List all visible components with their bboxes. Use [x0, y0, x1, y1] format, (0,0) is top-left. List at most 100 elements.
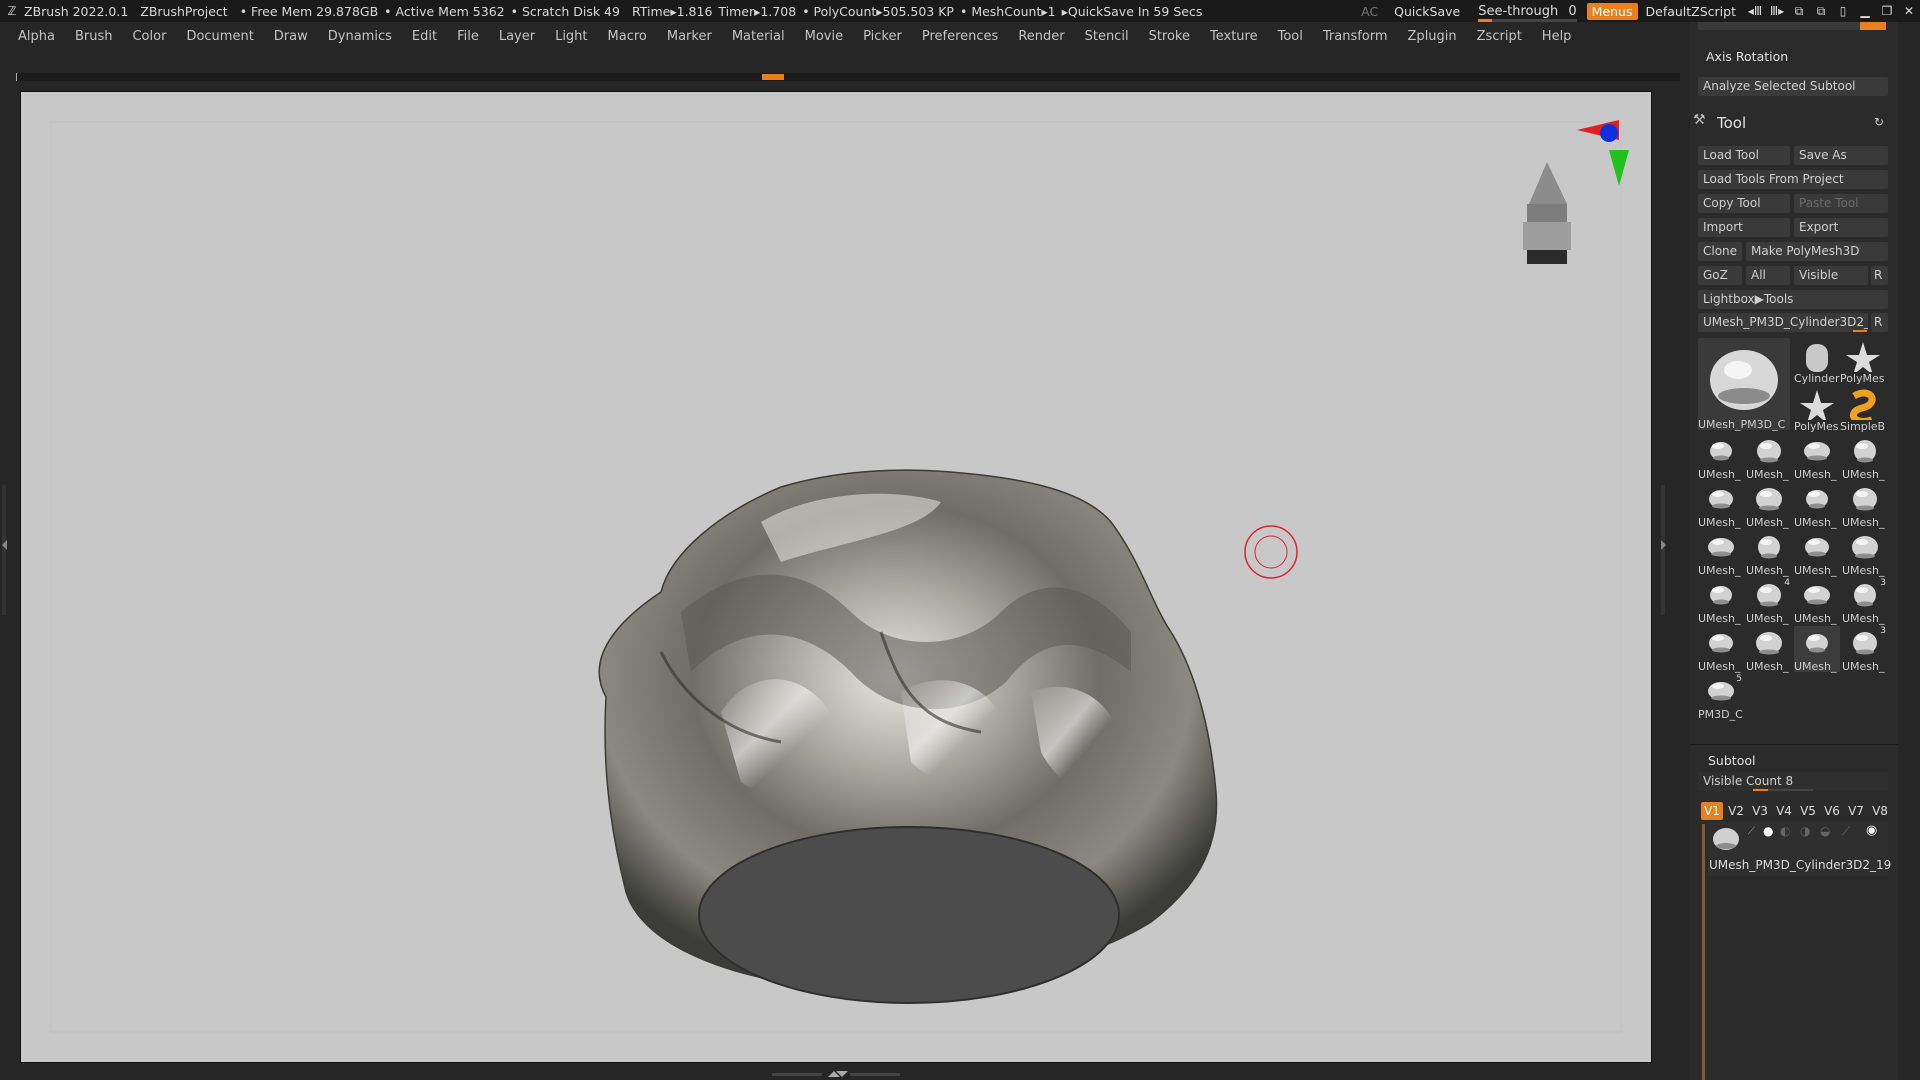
tool-thumb-cylinder[interactable]: Cylinder: [1794, 338, 1840, 385]
layout-prev-icon[interactable]: ◂Ⅲ: [1744, 4, 1766, 18]
tool-grid-thumb[interactable]: UMesh_: [1746, 530, 1792, 577]
menu-light[interactable]: Light: [555, 29, 587, 44]
sculpt-mesh[interactable]: [598, 469, 1218, 1004]
paste-tool-button[interactable]: Paste Tool: [1794, 194, 1888, 213]
make-polymesh3d-button[interactable]: Make PolyMesh3D: [1746, 242, 1888, 261]
menu-zscript[interactable]: Zscript: [1477, 29, 1522, 44]
menu-stencil[interactable]: Stencil: [1085, 29, 1129, 44]
menu-transform[interactable]: Transform: [1323, 29, 1388, 44]
import-button[interactable]: Import: [1698, 218, 1790, 237]
menu-stroke[interactable]: Stroke: [1149, 29, 1190, 44]
menu-alpha[interactable]: Alpha: [18, 29, 55, 44]
document-canvas[interactable]: [20, 91, 1652, 1063]
menu-texture[interactable]: Texture: [1210, 29, 1258, 44]
tool-grid-thumb[interactable]: UMesh_: [1842, 482, 1888, 529]
menu-marker[interactable]: Marker: [667, 29, 712, 44]
menu-color[interactable]: Color: [132, 29, 166, 44]
tool-grid-thumb[interactable]: UMesh_: [1794, 530, 1840, 577]
save-as-button[interactable]: Save As: [1794, 146, 1888, 165]
menu-material[interactable]: Material: [732, 29, 785, 44]
tool-grid-thumb[interactable]: UMesh_: [1794, 482, 1840, 529]
menu-movie[interactable]: Movie: [805, 29, 843, 44]
analyze-subtool-button[interactable]: Analyze Selected Subtool: [1698, 77, 1888, 96]
tool-grid-thumb[interactable]: UMesh_: [1746, 482, 1792, 529]
minimize-icon[interactable]: ▁: [1854, 4, 1876, 18]
close-icon[interactable]: ✕: [1898, 4, 1920, 18]
menu-preferences[interactable]: Preferences: [922, 29, 998, 44]
right-shelf-toggle-icon[interactable]: [1658, 485, 1668, 615]
subtool-item[interactable]: ⟋ ● ◐ ◑ ◒ ⟋ ◉ UMesh_PM3D_Cylinder3D2_19: [1708, 822, 1891, 876]
tool-grid-thumb[interactable]: 3 UMesh_: [1842, 626, 1888, 673]
tool-grid-thumb[interactable]: 5 PM3D_C: [1698, 674, 1744, 721]
menu-zplugin[interactable]: Zplugin: [1408, 29, 1457, 44]
subtool-solo-icon[interactable]: ◒: [1820, 824, 1830, 838]
current-tool-thumbnail[interactable]: UMesh_PM3D_C: [1698, 338, 1790, 431]
subtool-list-scrollbar[interactable]: [1702, 824, 1705, 1080]
menu-layer[interactable]: Layer: [499, 29, 535, 44]
load-tool-button[interactable]: Load Tool: [1698, 146, 1790, 165]
menu-picker[interactable]: Picker: [863, 29, 902, 44]
window-layout-icon[interactable]: ▯: [1832, 4, 1854, 18]
subtool-visibility-eye-icon[interactable]: ◉: [1866, 823, 1877, 838]
subtool-lock-icon[interactable]: ⟋: [1842, 824, 1850, 839]
visibility-set-v4[interactable]: V4: [1773, 802, 1795, 820]
goz-button[interactable]: GoZ: [1698, 266, 1742, 285]
menu-document[interactable]: Document: [186, 29, 253, 44]
subtool-brush-icon[interactable]: ⟋: [1748, 826, 1755, 837]
subtool-polypaint-icon[interactable]: ◐: [1780, 824, 1790, 838]
tool-grid-thumb[interactable]: UMesh_: [1794, 578, 1840, 625]
paste-layout-icon[interactable]: ⧉: [1810, 4, 1832, 19]
visibility-set-v1[interactable]: V1: [1701, 802, 1723, 820]
tool-grid-thumb[interactable]: 3 UMesh_: [1842, 578, 1888, 625]
visibility-set-v8[interactable]: V8: [1869, 802, 1891, 820]
menu-help[interactable]: Help: [1542, 29, 1572, 44]
layout-next-icon[interactable]: Ⅲ▸: [1766, 4, 1788, 18]
menu-macro[interactable]: Macro: [608, 29, 647, 44]
tool-thumb-polymes[interactable]: PolyMes: [1840, 338, 1886, 385]
tool-grid-thumb[interactable]: 4 UMesh_: [1746, 578, 1792, 625]
tool-thumb-polymes[interactable]: PolyMes: [1794, 386, 1840, 433]
menu-draw[interactable]: Draw: [274, 29, 308, 44]
axis-rotation-label[interactable]: Axis Rotation: [1706, 49, 1788, 64]
bottom-shelf-toggle[interactable]: [772, 1068, 900, 1080]
restore-icon[interactable]: ❐: [1876, 4, 1898, 18]
tool-grid-thumb[interactable]: UMesh_: [1794, 434, 1840, 481]
menu-brush[interactable]: Brush: [75, 29, 113, 44]
quicksave-button[interactable]: QuickSave: [1394, 4, 1460, 19]
tool-grid-thumb[interactable]: UMesh_: [1842, 434, 1888, 481]
visibility-set-v5[interactable]: V5: [1797, 802, 1819, 820]
subtool-mrgb-icon[interactable]: ◑: [1800, 824, 1810, 838]
tool-grid-thumb[interactable]: UMesh_: [1746, 434, 1792, 481]
goz-all-button[interactable]: All: [1746, 266, 1790, 285]
visibility-set-v2[interactable]: V2: [1725, 802, 1747, 820]
tool-thumb-simpleb[interactable]: SimpleB: [1840, 386, 1886, 433]
current-tool-r-button[interactable]: R: [1871, 313, 1888, 332]
left-shelf-toggle-icon[interactable]: [0, 485, 10, 615]
reset-panel-icon[interactable]: ↻: [1874, 115, 1884, 129]
timeline-marker[interactable]: [762, 74, 784, 80]
visibility-set-v6[interactable]: V6: [1821, 802, 1843, 820]
menu-edit[interactable]: Edit: [412, 29, 437, 44]
tool-grid-thumb[interactable]: UMesh_: [1698, 578, 1744, 625]
copy-layout-icon[interactable]: ⧉: [1788, 4, 1810, 19]
menus-button[interactable]: Menus: [1586, 2, 1638, 20]
visibility-set-v3[interactable]: V3: [1749, 802, 1771, 820]
tool-grid-thumb[interactable]: UMesh_: [1698, 626, 1744, 673]
clone-button[interactable]: Clone: [1698, 242, 1742, 261]
tool-grid-thumb[interactable]: UMesh_: [1698, 434, 1744, 481]
visible-count-slider[interactable]: Visible Count 8: [1698, 772, 1888, 791]
default-zscript-button[interactable]: DefaultZScript: [1646, 4, 1737, 19]
tool-grid-thumb[interactable]: UMesh_: [1746, 626, 1792, 673]
copy-tool-button[interactable]: Copy Tool: [1698, 194, 1790, 213]
lightbox-tools-button[interactable]: Lightbox▶Tools: [1698, 290, 1888, 309]
timeline-track[interactable]: [16, 73, 1680, 81]
tool-grid-thumb[interactable]: UMesh_: [1698, 482, 1744, 529]
load-tools-from-project-button[interactable]: Load Tools From Project: [1698, 170, 1888, 189]
menu-tool[interactable]: Tool: [1278, 29, 1303, 44]
navigation-gizmo-icon[interactable]: [1523, 120, 1629, 264]
menu-dynamics[interactable]: Dynamics: [328, 29, 392, 44]
ac-toggle[interactable]: AC: [1361, 4, 1378, 19]
visibility-set-v7[interactable]: V7: [1845, 802, 1867, 820]
tool-grid-thumb[interactable]: UMesh_: [1698, 530, 1744, 577]
menu-render[interactable]: Render: [1018, 29, 1064, 44]
